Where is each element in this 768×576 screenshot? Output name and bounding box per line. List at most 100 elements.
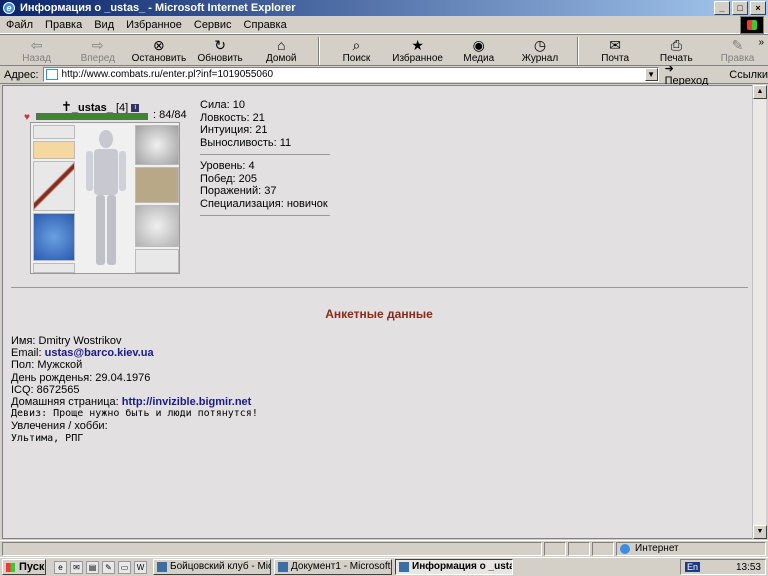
menu-favorites[interactable]: Избранное <box>126 19 182 31</box>
taskbar-item-fightclub[interactable]: Бойцовский клуб - Micros... <box>153 559 271 575</box>
status-cell <box>568 541 590 556</box>
profile-email: Email: ustas@barco.kiev.ua <box>11 347 154 360</box>
info-icon[interactable]: i <box>131 104 140 113</box>
status-bar: Интернет <box>0 540 768 556</box>
favorites-icon: ★ <box>411 36 424 53</box>
print-icon: ⎙ <box>670 36 682 53</box>
forward-arrow-icon: ⇨ <box>91 36 104 53</box>
homepage-link[interactable]: http://invizible.bigmir.net <box>122 396 252 408</box>
profile-gender: Пол: Мужской <box>11 359 83 372</box>
media-icon: ◉ <box>472 36 485 53</box>
back-button[interactable]: ⇦ Назад <box>6 35 67 66</box>
favorites-button[interactable]: ★ Избранное <box>387 35 448 66</box>
title-bar: e Информация о _ustas_ - Microsoft Inter… <box>0 0 768 16</box>
page-content: ✝_ustas_ [4] i ♥ : 84/84 Сила: 10 Ловкос… <box>2 85 754 539</box>
menu-view[interactable]: Вид <box>94 19 114 31</box>
menu-file[interactable]: Файл <box>6 19 33 31</box>
forward-button[interactable]: ⇨ Вперед <box>67 35 128 66</box>
chevron-down-icon[interactable]: ▼ <box>644 68 658 81</box>
armor-slot[interactable] <box>33 213 75 261</box>
email-link[interactable]: ustas@barco.kiev.ua <box>45 347 154 359</box>
menu-bar: Файл Правка Вид Избранное Сервис Справка <box>0 16 768 34</box>
links-button[interactable]: Ссылки <box>729 69 768 81</box>
language-indicator[interactable]: En <box>685 562 701 572</box>
gloves-slot[interactable] <box>135 167 179 203</box>
go-button[interactable]: ➜ Переход <box>665 62 720 87</box>
history-button[interactable]: ◷ Журнал <box>509 35 570 66</box>
system-tray: En 13:53 <box>680 559 766 575</box>
windows-logo-icon <box>740 16 764 34</box>
hp-value: : 84/84 <box>153 109 187 121</box>
toolbar-separator <box>317 37 320 65</box>
history-icon: ◷ <box>533 36 547 53</box>
media-button[interactable]: ◉ Медиа <box>448 35 509 66</box>
menu-tools[interactable]: Сервис <box>194 19 232 31</box>
folder-launch-icon[interactable]: ▤ <box>86 560 99 574</box>
word-launch-icon[interactable]: W <box>134 560 147 574</box>
menu-help[interactable]: Справка <box>244 19 287 31</box>
scroll-down-icon[interactable]: ▼ <box>753 525 767 539</box>
window-controls: _ □ × <box>714 1 766 15</box>
status-cell <box>544 541 566 556</box>
taskbar-item-info[interactable]: Информация о _usta... <box>395 559 513 575</box>
stats-divider <box>200 215 330 216</box>
stat-specialization: Специализация: новичок <box>200 197 328 210</box>
amulet-slot[interactable] <box>33 141 75 159</box>
taskbar: Пуск e ✉ ▤ ✎ ▭ W Бойцовский клуб - Micro… <box>0 557 768 576</box>
section-divider <box>11 287 748 288</box>
paint-launch-icon[interactable]: ✎ <box>102 560 115 574</box>
search-button[interactable]: ⌕ Поиск <box>326 35 387 66</box>
clock: 13:53 <box>735 561 761 573</box>
status-zone: Интернет <box>616 541 766 556</box>
stat-strength: Сила: 10 <box>200 99 245 111</box>
stat-intuition: Интуиция: 21 <box>200 124 268 136</box>
quick-launch: e ✉ ▤ ✎ ▭ W <box>54 560 147 574</box>
ring-slot[interactable] <box>33 125 75 139</box>
mail-button[interactable]: ✉ Почта <box>585 35 646 66</box>
boots-slot[interactable] <box>135 249 179 273</box>
mail-icon: ✉ <box>609 36 621 53</box>
address-bar: Адрес: http://www.combats.ru/enter.pl?in… <box>0 63 768 87</box>
refresh-icon: ↻ <box>214 36 226 53</box>
stat-wins: Побед: 205 <box>200 172 257 185</box>
home-icon: ⌂ <box>277 36 286 53</box>
desktop-launch-icon[interactable]: ▭ <box>118 560 131 574</box>
stop-icon: ⊗ <box>153 36 165 53</box>
profile-details: Имя: Dmitry Wostrikov Email: ustas@barco… <box>11 335 258 445</box>
maximize-button[interactable]: □ <box>732 1 748 15</box>
stop-button[interactable]: ⊗ Остановить <box>128 35 189 66</box>
vertical-scrollbar[interactable]: ▲ ▼ <box>752 85 767 539</box>
address-label: Адрес: <box>4 68 39 81</box>
weapon-slot[interactable] <box>33 161 75 211</box>
outlook-launch-icon[interactable]: ✉ <box>70 560 83 574</box>
equipment-panel <box>30 122 180 274</box>
ie-launch-icon[interactable]: e <box>54 560 67 574</box>
toolbar: ⇦ Назад ⇨ Вперед ⊗ Остановить ↻ Обновить ⌂ До… <box>0 34 768 66</box>
browser-window: e Информация о _ustas_ - Microsoft Inter… <box>0 0 768 576</box>
menu-edit[interactable]: Правка <box>45 19 82 31</box>
ie-icon: e <box>3 2 15 14</box>
start-button[interactable]: Пуск <box>2 559 46 575</box>
home-button[interactable]: ⌂ Домой <box>251 35 312 66</box>
status-text <box>2 541 542 556</box>
belt-slot[interactable] <box>33 263 75 273</box>
profile-motto: Девиз: Проще нужно быть и люди потянутся… <box>11 408 258 420</box>
close-button[interactable]: × <box>750 1 766 15</box>
address-input[interactable]: http://www.combats.ru/enter.pl?inf=10190… <box>42 67 659 82</box>
shield-slot[interactable] <box>135 205 179 247</box>
refresh-button[interactable]: ↻ Обновить <box>190 35 251 66</box>
stat-agility: Ловкость: 21 <box>200 111 265 124</box>
minimize-button[interactable]: _ <box>714 1 730 15</box>
window-title: Информация о _ustas_ - Microsoft Interne… <box>20 2 296 14</box>
stat-level: Уровень: 4 <box>200 160 255 172</box>
profile-icq: ICQ: 8672565 <box>11 383 80 396</box>
page-icon <box>45 69 58 80</box>
cross-icon: ✝ <box>61 99 72 114</box>
stat-endurance: Выносливость: 11 <box>200 136 292 149</box>
stats-divider <box>200 154 330 155</box>
helmet-slot[interactable] <box>135 125 179 165</box>
taskbar-item-document[interactable]: Документ1 - Microsoft W... <box>274 559 392 575</box>
toolbar-overflow-icon[interactable]: » <box>758 37 764 48</box>
status-cell <box>592 541 614 556</box>
scroll-up-icon[interactable]: ▲ <box>753 85 767 99</box>
